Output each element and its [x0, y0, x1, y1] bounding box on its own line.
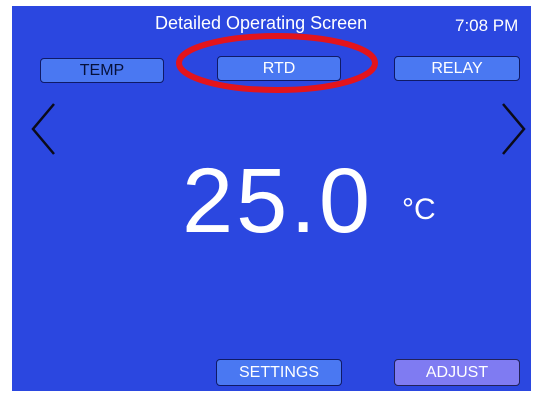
- clock: 7:08 PM: [455, 16, 519, 35]
- next-screen-button[interactable]: [499, 102, 527, 156]
- top-bar: Detailed Operating Screen 7:08 PM: [12, 6, 531, 44]
- settings-button[interactable]: SETTINGS: [216, 359, 342, 386]
- rtd-tab-button[interactable]: RTD: [217, 56, 341, 81]
- screen-title: Detailed Operating Screen: [155, 13, 368, 33]
- chevron-right-icon: [502, 103, 526, 155]
- temperature-reading: 25.0 °C: [182, 146, 436, 256]
- temp-tab-button[interactable]: TEMP: [40, 58, 164, 83]
- temperature-value: 25.0: [182, 150, 374, 252]
- adjust-button[interactable]: ADJUST: [394, 359, 520, 386]
- chevron-left-icon: [31, 103, 55, 155]
- temperature-unit: °C: [402, 193, 436, 226]
- operating-screen: Detailed Operating Screen 7:08 PM TEMP R…: [12, 6, 531, 391]
- previous-screen-button[interactable]: [30, 102, 58, 156]
- relay-tab-button[interactable]: RELAY: [394, 56, 520, 81]
